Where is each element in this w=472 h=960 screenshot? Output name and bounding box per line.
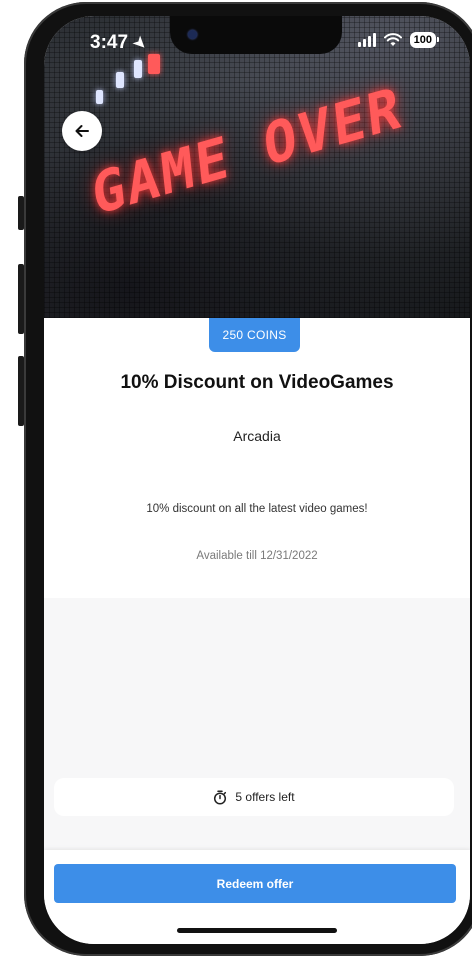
offers-left-text: 5 offers left [235,790,295,804]
cellular-signal-icon [357,33,376,47]
battery-icon: 100 [409,32,440,48]
back-button[interactable] [62,111,102,151]
merchant-name: Arcadia [233,428,281,444]
front-camera [188,30,197,39]
bottom-action-bar: Redeem offer [44,850,470,944]
phone-screen: GAME OVER 3:47➤ 100 250 COINS 10% Discou… [44,16,470,944]
offer-hero-image: GAME OVER [44,16,470,318]
pixel-light [116,72,124,88]
pixel-light [134,60,142,78]
redeem-offer-button[interactable]: Redeem offer [54,864,456,903]
app-screenshot: GAME OVER 3:47➤ 100 250 COINS 10% Discou… [0,0,472,960]
stopwatch-icon [214,789,227,805]
status-indicators: 100 [357,32,440,48]
status-time: 3:47➤ [90,32,150,54]
status-time-text: 3:47 [90,32,129,53]
pixel-light-red [148,54,160,74]
offer-description: 10% discount on all the latest video gam… [146,503,368,515]
offer-availability: Available till 12/31/2022 [196,550,318,562]
wifi-icon [383,33,402,46]
coins-badge: 250 COINS [209,318,300,352]
home-indicator [177,928,337,933]
arrow-left-icon [75,125,89,137]
pixel-light [96,90,103,104]
offers-left-card: 5 offers left [54,778,454,816]
offer-title: 10% Discount on VideoGames [120,372,394,393]
